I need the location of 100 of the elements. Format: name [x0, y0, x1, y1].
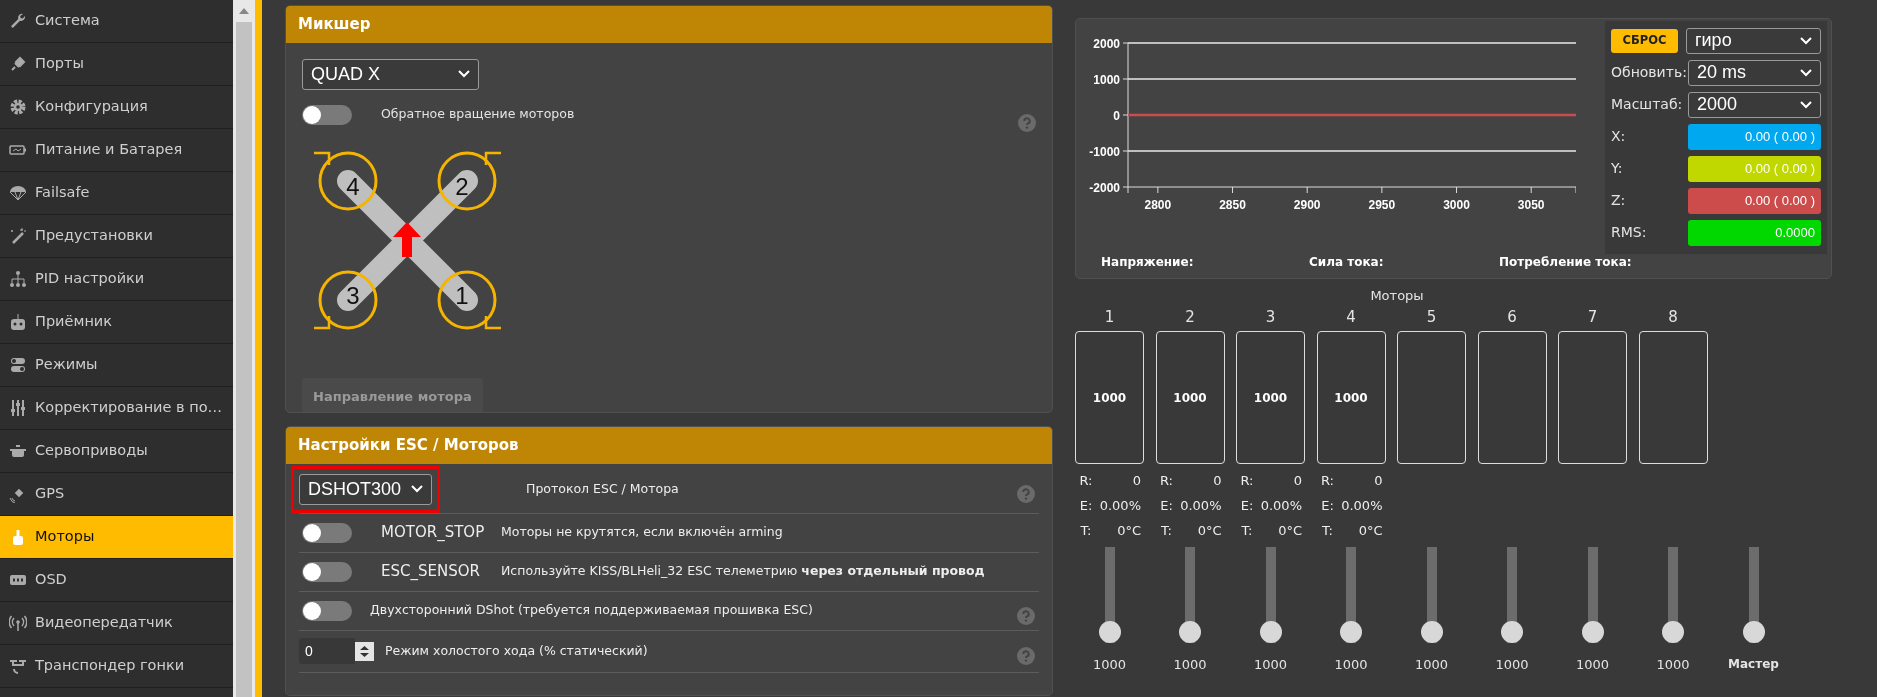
gear-icon [9, 98, 27, 116]
switches-icon [9, 356, 27, 374]
broadcast-icon [9, 614, 27, 632]
slider-value: 1000 [1334, 656, 1368, 674]
toggle-label: Обратное вращение моторов [381, 105, 575, 124]
meter-value: 1000 [1092, 389, 1127, 407]
meter-value: 1000 [1173, 389, 1207, 407]
slider-label: Мастер [1728, 656, 1779, 673]
field-label: Обновить: [1611, 63, 1686, 82]
telemetry-value: 0 [1373, 471, 1384, 490]
motor-number: 4 [346, 172, 360, 200]
axis-label: RMS: [1611, 223, 1648, 242]
spinner-icon[interactable] [355, 641, 374, 661]
number-field[interactable]: 0 [299, 638, 355, 664]
motor-number: 3 [346, 281, 360, 309]
telemetry-value: 0°C [1196, 521, 1223, 540]
motor-number: 3 [1265, 307, 1276, 328]
motor-number: 7 [1587, 307, 1598, 328]
telemetry-value: 0.00% [1179, 496, 1223, 515]
slider-thumb[interactable] [1581, 621, 1604, 643]
axis-tick-label: 2000 [1093, 36, 1120, 51]
slider-thumb[interactable] [1179, 621, 1201, 643]
motor-number: 4 [1346, 307, 1356, 328]
setting-label: Протокол ESC / Мотора [526, 479, 679, 498]
slider-thumb[interactable] [1742, 621, 1765, 643]
readout-value: 0.00 ( 0.00 ) [1688, 155, 1821, 182]
slider-value: 1000 [1092, 656, 1127, 674]
readout-value: 0.0000 [1688, 219, 1821, 246]
axis-label: Z: [1611, 191, 1627, 210]
toggle-switch[interactable] [302, 561, 352, 582]
reset-button[interactable]: СБРОС [1611, 28, 1678, 53]
axis-tick-label: 2850 [1219, 198, 1246, 212]
axis-tick-label: 3000 [1443, 198, 1470, 212]
meter-value: 1000 [1253, 389, 1288, 407]
feature-name: MOTOR_STOP [381, 522, 486, 544]
dropdown-caret-icon [1800, 68, 1812, 77]
robot-icon [9, 313, 27, 331]
refresh-select[interactable]: 20 ms [1688, 59, 1821, 86]
axis-tick-label: 0 [1113, 108, 1120, 123]
slider-thumb[interactable] [1098, 621, 1121, 643]
slider-value: 1000 [1173, 656, 1207, 674]
setting-label: Режим холостого хода (% статический) [385, 641, 648, 660]
power-label: Напряжение: [1101, 254, 1195, 271]
telemetry-value: 0.00% [1340, 496, 1384, 515]
slider-value: 1000 [1414, 656, 1449, 674]
slider-value: 1000 [1656, 656, 1690, 674]
telemetry-label: T: [1240, 521, 1254, 540]
telemetry-value: 0 [1292, 471, 1303, 490]
magic-wand-icon [9, 227, 27, 245]
protocol-select[interactable]: DSHOT300 [299, 473, 432, 505]
readout-value: 0.00 ( 0.00 ) [1688, 187, 1821, 214]
telemetry-label: R: [1320, 471, 1335, 490]
power-label: Сила тока: [1309, 254, 1385, 271]
sidebar-item[interactable]: OSD [0, 559, 233, 602]
mixer-select[interactable]: QUAD X [302, 58, 479, 90]
telemetry-value: 0°C [1357, 521, 1384, 540]
scroll-up-icon[interactable] [239, 8, 249, 14]
slider-thumb[interactable] [1420, 621, 1443, 643]
axis-tick-label: -1000 [1089, 144, 1120, 159]
motor-number: 2 [1185, 307, 1195, 328]
toggle-switch[interactable] [302, 104, 352, 125]
slider-thumb[interactable] [1340, 621, 1362, 643]
sidebar-item[interactable]: Моторы [0, 516, 233, 559]
slider-thumb[interactable] [1259, 621, 1282, 643]
slider-thumb[interactable] [1662, 621, 1684, 643]
axis-tick-label: 2900 [1293, 198, 1321, 212]
motor-number: 1 [455, 281, 469, 309]
feature-name: ESC_SENSOR [381, 561, 481, 583]
telemetry-label: T: [1079, 521, 1093, 540]
telemetry-label: E: [1320, 496, 1335, 515]
telemetry-label: R: [1078, 471, 1094, 490]
slider-thumb[interactable] [1501, 621, 1523, 643]
motor-number: 8 [1668, 307, 1678, 328]
telemetry-value: 0.00% [1259, 496, 1303, 515]
dropdown-caret-icon [411, 485, 423, 493]
slider-value: 1000 [1253, 656, 1288, 674]
sliders-icon [9, 399, 27, 417]
scale-select[interactable]: 2000 [1688, 91, 1821, 118]
wrench-icon [9, 12, 27, 30]
sidebar-item[interactable]: Режимы [0, 344, 233, 387]
slider-value: 1000 [1495, 656, 1529, 674]
telemetry-label: E: [1239, 496, 1255, 515]
telemetry-label: R: [1159, 471, 1174, 490]
section-title: Моторы [1369, 287, 1425, 305]
motor-number: 5 [1426, 307, 1437, 328]
sensor-select[interactable]: гиро [1686, 27, 1821, 54]
telemetry-value: 0.00% [1098, 496, 1142, 515]
telemetry-label: T: [1160, 521, 1173, 540]
setting-label: Используйте KISS/BLHeli_32 ESC телеметрию через отдельный провод [501, 562, 985, 581]
readout-value: 0.00 ( 0.00 ) [1688, 123, 1821, 150]
telemetry-value: 0°C [1277, 521, 1303, 540]
dropdown-caret-icon [458, 70, 470, 78]
toggle-switch[interactable] [302, 600, 352, 621]
toggle-switch[interactable] [302, 522, 352, 543]
axis-tick-label: -2000 [1089, 180, 1120, 195]
dropdown-caret-icon [1800, 36, 1812, 45]
scrollbar[interactable] [233, 0, 255, 697]
sidebar-item[interactable]: Приёмник [0, 301, 233, 344]
telemetry-value: 0 [1212, 471, 1223, 490]
panel-header: Микшер [286, 6, 1052, 43]
